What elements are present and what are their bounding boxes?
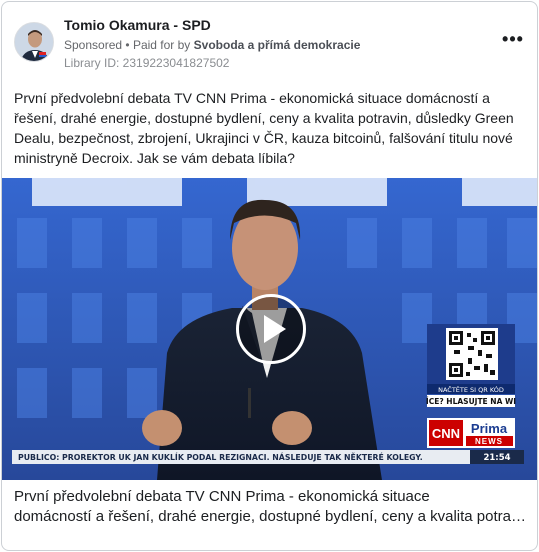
- caption-line-2: domácností a řešení, drahé energie, dost…: [14, 508, 526, 525]
- play-triangle: [264, 315, 286, 343]
- ad-body-text: První předvolební debata TV CNN Prima - …: [14, 90, 514, 166]
- backdrop-letters: [32, 178, 537, 206]
- ad-card: Tomio Okamura - SPD Sponsored • Paid for…: [1, 1, 538, 551]
- library-id: Library ID: 2319223041827502: [64, 56, 230, 70]
- sponsored-label: Sponsored: [64, 38, 123, 52]
- paid-for-by-label: Paid for by: [132, 38, 191, 52]
- ad-header: Tomio Okamura - SPD Sponsored • Paid for…: [14, 14, 525, 74]
- news-ticker-text: PUBLICO: PROREKTOR UK JAN KUKLÍK PODAL R…: [18, 453, 423, 462]
- avatar-image: [15, 23, 53, 61]
- video-caption[interactable]: První předvolební debata TV CNN Prima - …: [14, 487, 526, 527]
- more-options-icon[interactable]: •••: [501, 30, 525, 52]
- page-name[interactable]: Tomio Okamura - SPD: [64, 17, 211, 33]
- logo-news: NEWS: [475, 437, 503, 446]
- sponsored-line: Sponsored • Paid for by Svoboda a přímá …: [64, 38, 360, 52]
- caption-line-1: První předvolební debata TV CNN Prima - …: [14, 488, 430, 505]
- play-icon[interactable]: [236, 294, 306, 364]
- logo-cnn: CNN: [432, 426, 460, 441]
- logo-prima: Prima: [471, 421, 508, 436]
- avatar[interactable]: [14, 22, 54, 62]
- separator-dot: •: [125, 38, 133, 52]
- cnn-prima-news-logo: CNN Prima NEWS: [427, 418, 515, 448]
- funder-name[interactable]: Svoboda a přímá demokracie: [194, 38, 361, 52]
- video-player[interactable]: NAČTĚTE SI QR KÓD ÍCE? HLASUJTE NA WI CN…: [2, 178, 537, 480]
- qr-top-text: NAČTĚTE SI QR KÓD: [438, 385, 504, 394]
- qr-bottom-text: ÍCE? HLASUJTE NA WI: [426, 397, 516, 406]
- clock-text: 21:54: [483, 453, 510, 463]
